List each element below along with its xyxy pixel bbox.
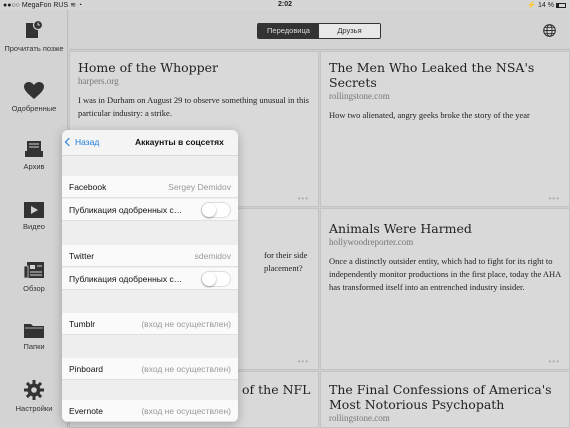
article-title: The Final Confessions of America's Most … [329, 382, 552, 412]
sidebar-item-settings[interactable]: Настройки [0, 380, 68, 413]
archive-box-icon [25, 141, 43, 157]
battery-indicator: ⚡ 14 % [527, 1, 566, 9]
share-favorites-toggle[interactable] [201, 271, 231, 287]
toggle-knob [202, 203, 216, 217]
sidebar-item-folders[interactable]: Папки [0, 322, 68, 351]
article-title: The Men Who Leaked the NSA's Secrets [329, 60, 535, 90]
article-excerpt: Once a distinctly outsider entity, which… [329, 256, 561, 292]
account-value: (вход не осуществлен) [141, 406, 231, 416]
toggle-label: Публикация одобренных с… [69, 274, 183, 284]
more-icon[interactable]: ••• [549, 357, 560, 366]
account-label: Evernote [69, 406, 104, 416]
article-source: rollingstone.com [329, 413, 390, 423]
share-favorites-row-twitter: Публикация одобренных с… [62, 268, 238, 290]
sidebar-item-label: Настройки [15, 404, 53, 413]
article-card[interactable]: The Men Who Leaked the NSA's Secrets rol… [320, 51, 570, 207]
account-value: sdemidov [194, 251, 231, 261]
article-source: harpers.org [78, 76, 119, 86]
battery-icon [556, 3, 566, 8]
account-row-pinboard[interactable]: Pinboard (вход не осуществлен) [62, 358, 238, 380]
article-card[interactable]: Animals Were Harmed hollywoodreporter.co… [320, 208, 570, 370]
account-value: (вход не осуществлен) [141, 319, 231, 329]
newspaper-icon [24, 262, 44, 279]
folder-icon [24, 324, 44, 338]
globe-icon[interactable] [543, 24, 556, 37]
sidebar-item-label: Архив [23, 162, 45, 171]
sidebar-item-favorites[interactable]: Одобренные [0, 82, 68, 113]
toggle-knob [202, 272, 216, 286]
tab-friends[interactable]: Друзья [319, 24, 380, 38]
gear-icon [24, 380, 44, 400]
status-bar: ●●○○ MegaFon RUS ≋ ◔ 2:02 ⚡ 14 % [0, 0, 570, 10]
account-value: (вход не осуществлен) [141, 364, 231, 374]
sidebar-item-archive[interactable]: Архив [0, 140, 68, 171]
back-button[interactable]: Назад [64, 137, 99, 147]
account-label: Tumblr [69, 319, 96, 329]
article-source: hollywoodreporter.com [329, 237, 414, 247]
sidebar-item-browse[interactable]: Обзор [0, 262, 68, 293]
social-accounts-popover: Назад Аккаунты в соцсетях Facebook Serge… [62, 130, 238, 422]
popover-header: Назад Аккаунты в соцсетях [62, 130, 238, 156]
account-value: Sergey Demidov [168, 182, 231, 192]
account-row-facebook[interactable]: Facebook Sergey Demidov [62, 176, 238, 198]
toggle-label: Публикация одобренных с… [69, 205, 183, 215]
article-card[interactable]: The Final Confessions of America's Most … [320, 371, 570, 428]
sidebar-item-label: Видео [23, 222, 45, 231]
article-title: Animals Were Harmed [329, 221, 472, 236]
account-label: Pinboard [69, 364, 104, 374]
sidebar-item-label: Одобренные [11, 104, 57, 113]
article-title: Home of the Whopper [78, 60, 219, 75]
article-excerpt: I was in Durham on August 29 to observe … [78, 95, 309, 118]
share-favorites-toggle[interactable] [201, 202, 231, 218]
top-bar: Передовица Друзья [69, 10, 570, 50]
sidebar-item-video[interactable]: Видео [0, 202, 68, 231]
sidebar-item-label: Папки [23, 342, 45, 351]
account-label: Twitter [69, 251, 95, 261]
sidebar-item-label: Прочитать позже [4, 44, 64, 53]
popover-title: Аккаунты в соцсетях [135, 137, 224, 147]
account-row-twitter[interactable]: Twitter sdemidov [62, 245, 238, 267]
more-icon[interactable]: ••• [298, 357, 309, 366]
sidebar-item-read-later[interactable]: Прочитать позже [0, 20, 68, 53]
clock-document-icon [26, 20, 43, 38]
article-source: rollingstone.com [329, 91, 390, 101]
status-time: 2:02 [277, 1, 292, 8]
heart-icon [24, 82, 44, 99]
account-row-tumblr[interactable]: Tumblr (вход не осуществлен) [62, 313, 238, 335]
account-row-evernote[interactable]: Evernote (вход не осуществлен) [62, 400, 238, 422]
more-icon[interactable]: ••• [298, 194, 309, 203]
share-favorites-row-facebook: Публикация одобренных с… [62, 199, 238, 221]
article-excerpt: How two alienated, angry geeks broke the… [329, 110, 530, 120]
tab-front-page[interactable]: Передовица [258, 24, 319, 38]
chevron-left-icon [64, 137, 74, 147]
sidebar: Прочитать позже Одобренные Архив Видео О… [0, 10, 68, 428]
account-label: Facebook [69, 182, 107, 192]
article-excerpt: for their side placement? [264, 250, 308, 273]
sidebar-item-label: Обзор [23, 284, 45, 293]
feed-segmented-control: Передовица Друзья [257, 23, 381, 39]
more-icon[interactable]: ••• [549, 194, 560, 203]
play-icon [24, 202, 44, 218]
